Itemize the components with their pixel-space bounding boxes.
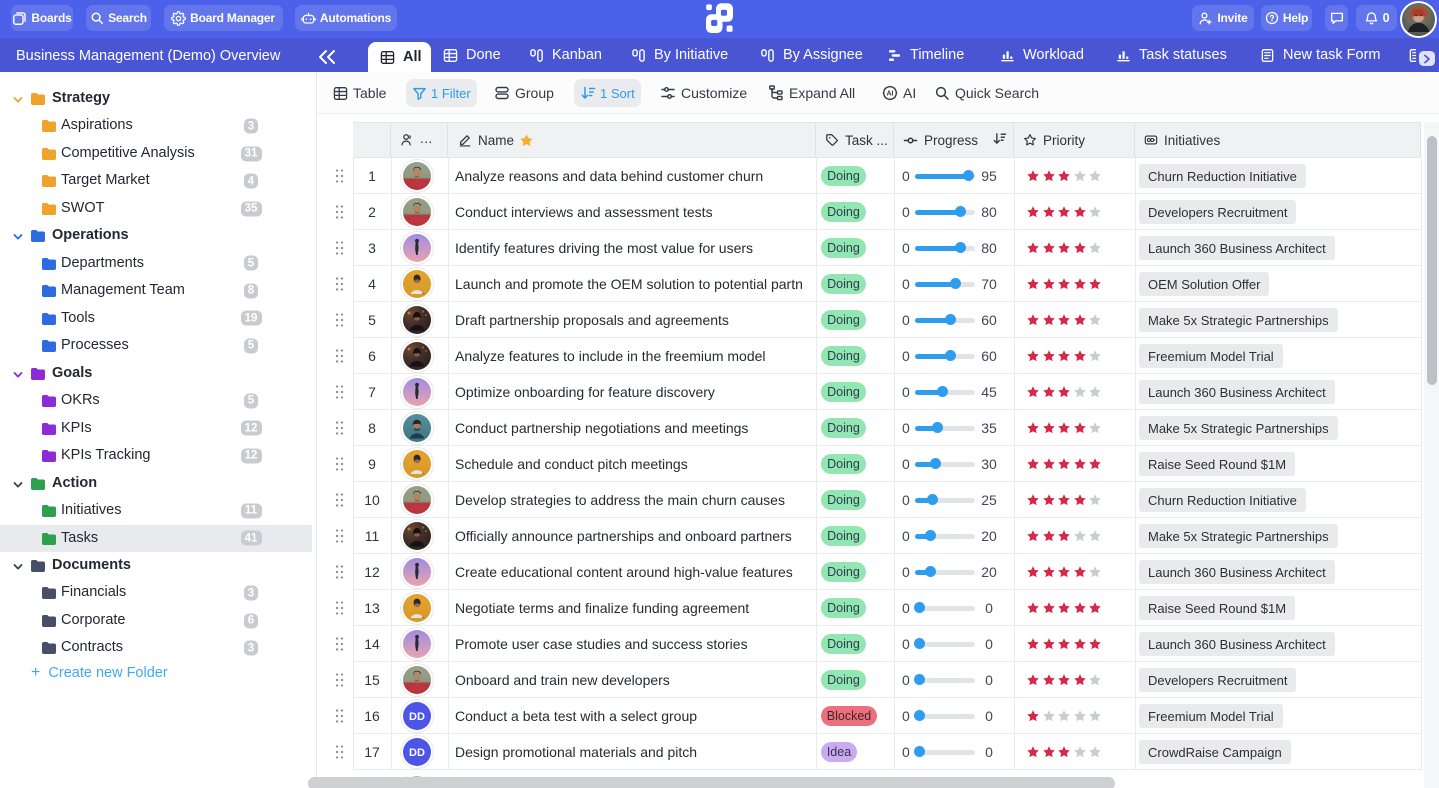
svg-text:DD: DD [409,747,425,759]
svg-text:AI: AI [887,91,894,98]
svg-text:DD: DD [409,711,425,723]
